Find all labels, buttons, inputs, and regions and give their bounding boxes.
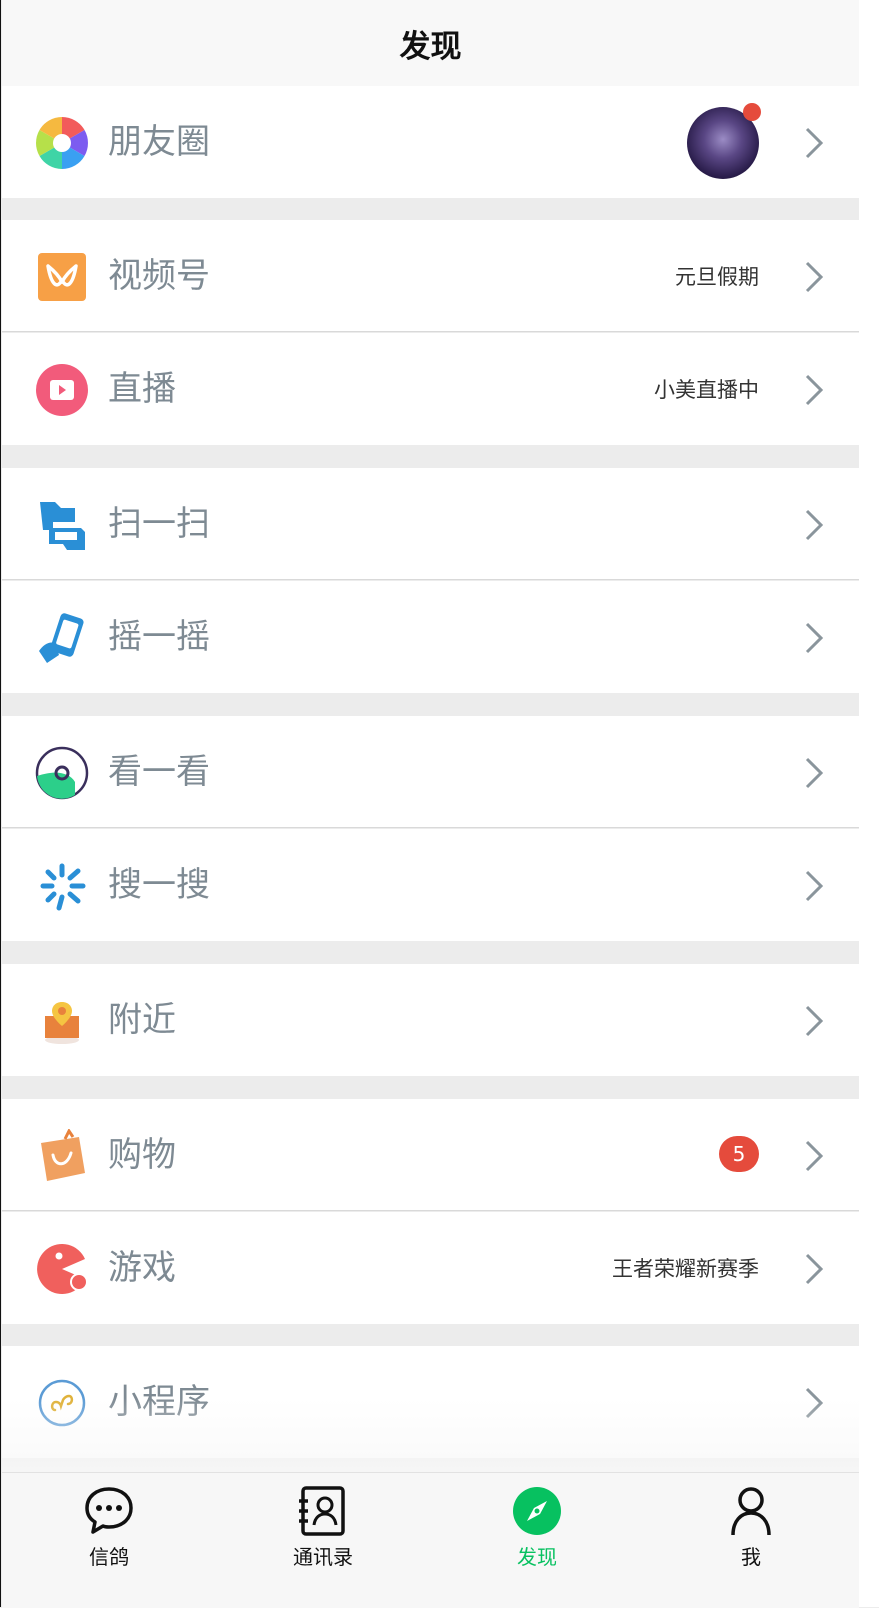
contacts-book-icon xyxy=(299,1486,345,1536)
chevron-right-icon xyxy=(805,1005,824,1037)
channels-icon xyxy=(38,253,86,301)
row-search[interactable]: 搜一搜 xyxy=(2,829,859,941)
chevron-right-icon xyxy=(805,509,824,541)
nearby-map-pin-icon xyxy=(45,1002,79,1044)
tab-chats[interactable]: 信鸽 xyxy=(2,1473,216,1608)
chat-bubble-icon xyxy=(85,1487,133,1534)
row-label: 朋友圈 xyxy=(108,122,210,162)
row-games[interactable]: 游戏 王者荣耀新赛季 xyxy=(2,1212,859,1324)
person-icon xyxy=(731,1487,771,1536)
shake-phone-icon xyxy=(39,613,84,663)
page-title: 发现 xyxy=(399,28,462,65)
games-pacman-icon xyxy=(37,1244,88,1294)
tab-label: 信鸽 xyxy=(89,1545,129,1569)
tab-label: 发现 xyxy=(517,1545,557,1569)
row-label: 看一看 xyxy=(108,752,210,792)
chevron-right-icon xyxy=(805,622,824,654)
row-scan[interactable]: 扫一扫 xyxy=(2,468,859,580)
row-channels[interactable]: 视频号 元旦假期 xyxy=(2,220,859,332)
row-label: 游戏 xyxy=(108,1248,176,1288)
chevron-right-icon xyxy=(805,870,824,902)
tab-label: 我 xyxy=(741,1545,761,1569)
nav-bar: 发现 xyxy=(2,0,859,86)
row-label: 摇一摇 xyxy=(108,617,210,657)
chevron-right-icon xyxy=(805,261,824,293)
search-sparkle-icon xyxy=(40,863,86,911)
row-shopping[interactable]: 购物 5 xyxy=(2,1099,859,1211)
row-extra-text: 元旦假期 xyxy=(675,265,759,289)
scroll-fade xyxy=(2,1398,859,1473)
tab-me[interactable]: 我 xyxy=(644,1473,858,1608)
compass-icon xyxy=(513,1487,561,1535)
tab-bar: 信鸽 通讯录 发现 我 xyxy=(2,1472,859,1608)
window-edge xyxy=(859,0,879,1607)
shopping-bag-icon xyxy=(41,1129,85,1181)
row-live[interactable]: 直播 小美直播中 xyxy=(2,333,859,445)
row-label: 视频号 xyxy=(108,256,210,296)
row-extra-text: 王者荣耀新赛季 xyxy=(612,1257,759,1281)
tab-label: 通讯录 xyxy=(293,1545,353,1569)
discover-page: 发现 朋友圈 视频号 元旦假期 直播 小美直播中 扫一扫 摇一摇 看一看 搜一搜… xyxy=(0,0,859,1608)
tab-contacts[interactable]: 通讯录 xyxy=(216,1473,430,1608)
live-play-icon xyxy=(36,364,88,416)
top-stories-icon xyxy=(35,746,89,800)
row-shake[interactable]: 摇一摇 xyxy=(2,581,859,693)
chevron-right-icon xyxy=(805,1140,824,1172)
new-post-dot xyxy=(743,103,761,121)
chevron-right-icon xyxy=(805,374,824,406)
row-label: 购物 xyxy=(108,1135,176,1175)
chevron-right-icon xyxy=(805,1253,824,1285)
row-label: 附近 xyxy=(108,1000,176,1040)
chevron-right-icon xyxy=(805,127,824,159)
row-label: 扫一扫 xyxy=(108,504,210,544)
row-nearby[interactable]: 附近 xyxy=(2,964,859,1076)
row-label: 搜一搜 xyxy=(108,865,210,905)
row-extra-text: 小美直播中 xyxy=(654,378,759,402)
tab-discover[interactable]: 发现 xyxy=(430,1473,644,1608)
row-moments[interactable]: 朋友圈 xyxy=(2,86,859,198)
row-top-stories[interactable]: 看一看 xyxy=(2,716,859,828)
chevron-right-icon xyxy=(805,757,824,789)
unread-badge: 5 xyxy=(719,1136,759,1172)
moments-aperture-icon xyxy=(36,117,88,169)
scan-icon xyxy=(40,502,85,550)
row-label: 直播 xyxy=(108,369,176,409)
friend-avatar xyxy=(687,103,761,179)
